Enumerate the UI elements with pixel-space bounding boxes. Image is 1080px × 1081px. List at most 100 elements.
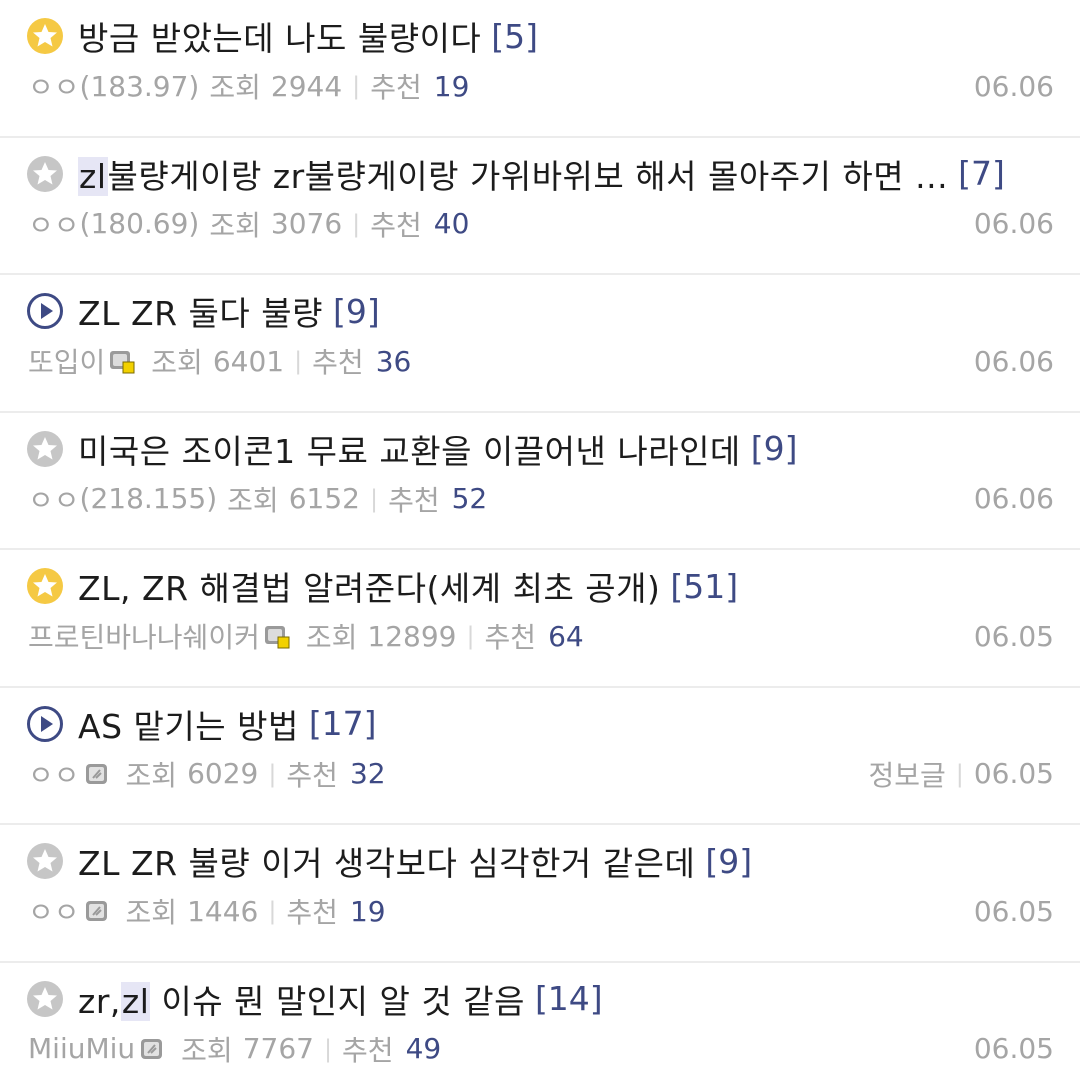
- views-label: 조회: [209, 71, 261, 104]
- post-title[interactable]: ZL, ZR 해결법 알려준다(세계 최초 공개): [78, 562, 660, 610]
- divider: |: [369, 484, 379, 513]
- list-item[interactable]: ZL ZR 둘다 불량 [9] 또입이 조회 6401 | 추천 36 06.0…: [0, 275, 1080, 413]
- post-title-row[interactable]: 방금 받았는데 나도 불량이다 [5]: [26, 12, 1052, 60]
- search-highlight: zl: [120, 981, 151, 1021]
- views-label: 조회: [151, 346, 203, 379]
- post-title[interactable]: zr,zl 이슈 뭔 말인지 알 것 같음: [78, 975, 525, 1023]
- recommend-count: 49: [405, 1032, 442, 1065]
- semi-fixed-nick-icon: [264, 623, 290, 649]
- post-title-row[interactable]: ZL ZR 불량 이거 생각보다 심각한거 같은데 [9]: [26, 837, 1052, 885]
- views-count: 7767: [242, 1032, 314, 1065]
- post-meta: ㅇㅇ 조회 1446 | 추천 19 06.05: [28, 891, 1054, 931]
- recommend-label: 추천: [370, 71, 422, 104]
- post-title-row[interactable]: zl불량게이랑 zr불량게이랑 가위바위보 해서 몰아주기 하면 ... [7]: [26, 150, 1052, 198]
- post-title[interactable]: ZL ZR 불량 이거 생각보다 심각한거 같은데: [78, 837, 695, 885]
- comment-count[interactable]: [51]: [670, 567, 738, 606]
- star-gray-icon: [26, 155, 64, 193]
- divider: |: [268, 897, 277, 925]
- fixed-nick-icon: [139, 1036, 165, 1062]
- divider: |: [294, 347, 303, 375]
- post-date: 06.05: [973, 1032, 1054, 1065]
- play-circle-icon: [26, 705, 64, 743]
- post-title[interactable]: AS 맡기는 방법: [78, 700, 299, 748]
- divider: |: [955, 759, 964, 788]
- post-category-tag[interactable]: 정보글: [868, 754, 945, 794]
- comment-count[interactable]: [9]: [333, 292, 380, 331]
- views-label: 조회: [125, 758, 178, 792]
- search-highlight: zl: [78, 156, 108, 196]
- post-title[interactable]: 미국은 조이콘1 무료 교환을 이끌어낸 나라인데: [78, 425, 741, 473]
- comment-count[interactable]: [7]: [958, 154, 1005, 193]
- list-item[interactable]: 방금 받았는데 나도 불량이다 [5] ㅇㅇ (183.97) 조회 2944 …: [0, 0, 1080, 138]
- post-title[interactable]: ZL ZR 둘다 불량: [78, 287, 323, 335]
- views-label: 조회: [209, 208, 261, 242]
- post-title-row[interactable]: ZL, ZR 해결법 알려준다(세계 최초 공개) [51]: [26, 562, 1052, 610]
- recommend-count: 19: [349, 894, 386, 928]
- recommend-label: 추천: [312, 346, 364, 379]
- star-gray-icon: [26, 430, 64, 468]
- author-name[interactable]: ㅇㅇ: [28, 891, 80, 931]
- author-name[interactable]: ㅇㅇ: [28, 754, 80, 794]
- post-title-row[interactable]: ZL ZR 둘다 불량 [9]: [26, 287, 1052, 335]
- list-item[interactable]: ZL ZR 불량 이거 생각보다 심각한거 같은데 [9] ㅇㅇ 조회 1446…: [0, 825, 1080, 963]
- post-title-row[interactable]: AS 맡기는 방법 [17]: [26, 700, 1052, 748]
- post-date: 06.06: [973, 207, 1054, 240]
- views-count: 3076: [270, 207, 343, 240]
- post-meta: ㅇㅇ (183.97) 조회 2944 | 추천 19 06.06: [28, 66, 1054, 106]
- recommend-label: 추천: [388, 483, 440, 517]
- views-count: 1446: [187, 894, 259, 928]
- divider: |: [323, 1034, 333, 1063]
- comment-count[interactable]: [9]: [705, 842, 752, 881]
- author-ip: (180.69): [79, 207, 200, 240]
- views-count: 2944: [270, 69, 343, 103]
- post-meta: ㅇㅇ (180.69) 조회 3076 | 추천 40 06.06: [28, 204, 1054, 244]
- comment-count[interactable]: [9]: [751, 429, 798, 468]
- recommend-label: 추천: [484, 621, 537, 654]
- post-date: 06.05: [973, 619, 1054, 653]
- star-gray-icon: [26, 980, 64, 1018]
- star-gray-icon: [26, 842, 64, 880]
- comment-count[interactable]: [17]: [309, 704, 377, 743]
- comment-count[interactable]: [5]: [491, 17, 538, 56]
- post-title-row[interactable]: zr,zl 이슈 뭔 말인지 알 것 같음 [14]: [26, 975, 1052, 1023]
- post-title[interactable]: zl불량게이랑 zr불량게이랑 가위바위보 해서 몰아주기 하면 ...: [78, 150, 948, 198]
- author-name[interactable]: 또입이: [28, 341, 105, 381]
- post-title[interactable]: 방금 받았는데 나도 불량이다: [78, 12, 481, 60]
- author-ip: (218.155): [79, 482, 218, 515]
- post-title-row[interactable]: 미국은 조이콘1 무료 교환을 이끌어낸 나라인데 [9]: [26, 425, 1052, 473]
- recommend-label: 추천: [286, 896, 338, 929]
- fixed-nick-icon: [84, 898, 110, 924]
- list-item[interactable]: zr,zl 이슈 뭔 말인지 알 것 같음 [14] MiiuMiu 조회 77…: [0, 963, 1080, 1081]
- post-title-text: 이슈 뭔 말인지 알 것 같음: [150, 981, 525, 1021]
- recommend-count: 64: [548, 619, 584, 653]
- views-count: 6401: [212, 344, 285, 378]
- author-name[interactable]: ㅇㅇ: [28, 66, 80, 106]
- comment-count[interactable]: [14]: [535, 979, 603, 1018]
- fixed-nick-icon: [84, 761, 110, 787]
- divider: |: [352, 209, 361, 238]
- post-date: 06.05: [973, 757, 1054, 790]
- post-date: 06.05: [973, 894, 1054, 928]
- recommend-count: 40: [433, 207, 470, 240]
- list-item[interactable]: AS 맡기는 방법 [17] ㅇㅇ 조회 6029 | 추천 32 정보글 | …: [0, 688, 1080, 825]
- divider: |: [352, 72, 361, 100]
- post-title-text: 불량게이랑 zr불량게이랑 가위바위보 해서 몰아주기 하면 ...: [107, 156, 949, 196]
- semi-fixed-nick-icon: [109, 348, 135, 374]
- author-name[interactable]: ㅇㅇ: [28, 479, 80, 519]
- recommend-label: 추천: [370, 208, 422, 242]
- author-name[interactable]: MiiuMiu: [28, 1032, 135, 1065]
- post-title-text: zr,: [78, 981, 121, 1021]
- author-name[interactable]: ㅇㅇ: [28, 204, 80, 244]
- play-circle-icon: [26, 292, 64, 330]
- post-meta: MiiuMiu 조회 7767 | 추천 49 06.05: [28, 1029, 1054, 1069]
- post-list: 방금 받았는데 나도 불량이다 [5] ㅇㅇ (183.97) 조회 2944 …: [0, 0, 1080, 1081]
- views-label: 조회: [125, 896, 178, 929]
- recommend-label: 추천: [286, 758, 338, 792]
- list-item[interactable]: zl불량게이랑 zr불량게이랑 가위바위보 해서 몰아주기 하면 ... [7]…: [0, 138, 1080, 275]
- recommend-count: 19: [433, 69, 470, 103]
- list-item[interactable]: ZL, ZR 해결법 알려준다(세계 최초 공개) [51] 프로틴바나나쉐이커…: [0, 550, 1080, 688]
- list-item[interactable]: 미국은 조이콘1 무료 교환을 이끌어낸 나라인데 [9] ㅇㅇ (218.15…: [0, 413, 1080, 550]
- post-date: 06.06: [973, 69, 1054, 103]
- views-label: 조회: [305, 621, 358, 654]
- author-name[interactable]: 프로틴바나나쉐이커: [28, 616, 260, 656]
